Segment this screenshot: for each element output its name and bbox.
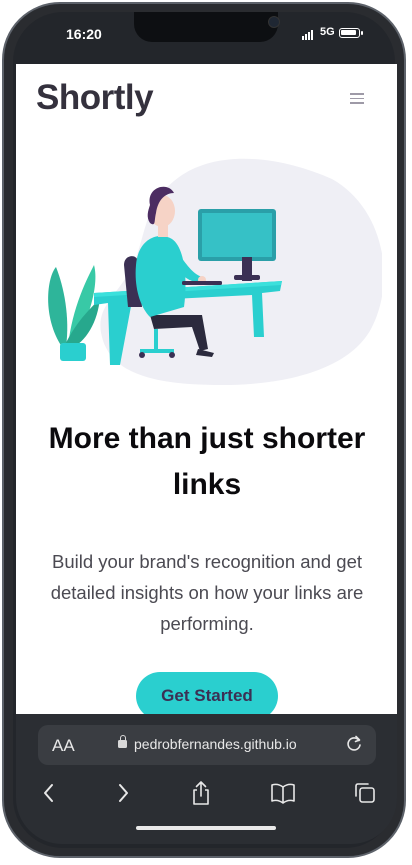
- lock-icon: [118, 735, 127, 748]
- keyboard: [182, 281, 222, 285]
- phone: 16:20 5G Shortly More than just shorter …: [0, 0, 412, 865]
- text-size-button[interactable]: AA: [52, 736, 75, 756]
- hero-headline: More than just shorter links: [48, 422, 366, 501]
- plant-pot: [60, 343, 86, 361]
- status-bar: 16:20 5G: [16, 12, 396, 64]
- share-button[interactable]: [188, 778, 214, 808]
- url-text[interactable]: pedrobfernandes.github.io: [134, 736, 297, 752]
- network-label: 5G: [320, 26, 335, 38]
- chevron-right-icon: [119, 784, 128, 802]
- camera-icon: [268, 16, 280, 28]
- tabs-button[interactable]: [352, 778, 378, 808]
- browser-nav: [16, 778, 397, 814]
- chair-post: [154, 329, 158, 351]
- bookmarks-button[interactable]: [270, 778, 296, 808]
- web-page: Shortly More than just shorter links Bui…: [16, 64, 397, 714]
- book-icon: [271, 783, 295, 804]
- back-button[interactable]: [36, 778, 62, 808]
- home-indicator[interactable]: [136, 826, 276, 830]
- signal-icon: [302, 30, 313, 40]
- safari-toolbar: AA pedrobfernandes.github.io: [16, 714, 397, 844]
- notch: [134, 12, 280, 42]
- reload-icon[interactable]: [344, 734, 364, 754]
- hero-subtext: Build your brand's recognition and get d…: [50, 551, 364, 634]
- get-started-button[interactable]: Get Started: [136, 672, 278, 714]
- person-torso: [135, 236, 186, 317]
- forward-button[interactable]: [110, 778, 136, 808]
- share-icon: [193, 781, 209, 805]
- chevron-left-icon: [44, 784, 53, 802]
- plant-leaf: [48, 267, 68, 347]
- site-logo[interactable]: Shortly: [36, 78, 154, 118]
- tabs-icon: [355, 783, 375, 803]
- working-illustration: [48, 158, 382, 385]
- hamburger-menu-icon[interactable]: [350, 93, 364, 105]
- address-bar[interactable]: AA pedrobfernandes.github.io: [38, 725, 376, 765]
- status-time: 16:20: [66, 26, 102, 42]
- battery-icon: [339, 28, 363, 38]
